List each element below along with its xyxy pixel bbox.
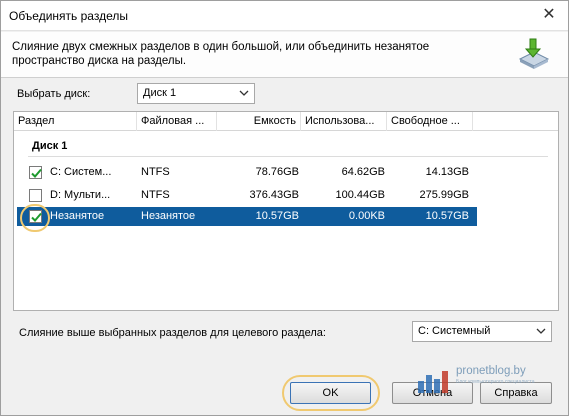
merge-partitions-icon <box>518 38 550 69</box>
table-row[interactable]: D: Мульти... NTFS 376.43GB 100.44GB 275.… <box>17 186 477 205</box>
row-checkbox[interactable] <box>29 166 42 179</box>
check-icon <box>31 168 42 178</box>
partition-used: 64.62GB <box>341 166 385 178</box>
window-title: Объединять разделы <box>9 9 128 23</box>
disk-group-title: Диск 1 <box>32 140 68 152</box>
title-bar: Объединять разделы ✕ <box>1 1 568 31</box>
merge-partitions-dialog: Объединять разделы ✕ Слияние двух смежны… <box>0 0 569 416</box>
partition-capacity: 78.76GB <box>255 166 299 178</box>
partition-filesystem: Незанятое <box>141 210 196 222</box>
column-free[interactable]: Свободное ... <box>387 112 473 131</box>
partition-used: 0.00KB <box>348 210 385 222</box>
watermark-text: pronetblog.by <box>456 365 526 377</box>
merge-target-label: Слияние выше выбранных разделов для целе… <box>19 327 326 339</box>
column-partition[interactable]: Раздел <box>14 112 137 131</box>
header-description: Слияние двух смежных разделов в один бол… <box>12 41 430 67</box>
disk-select[interactable]: Диск 1 <box>137 83 255 104</box>
group-divider <box>28 156 548 157</box>
chevron-down-icon <box>536 328 546 334</box>
close-icon[interactable]: ✕ <box>536 3 562 27</box>
table-row-selected[interactable]: Незанятое Незанятое 10.57GB 0.00KB 10.57… <box>17 207 477 226</box>
dialog-header: Слияние двух смежных разделов в один бол… <box>1 32 568 78</box>
partition-free: 275.99GB <box>419 189 469 201</box>
partition-name: D: Мульти... <box>50 189 111 201</box>
partition-name: C: Систем... <box>50 166 112 178</box>
partition-filesystem: NTFS <box>141 166 170 178</box>
watermark-subtext: Блог компьютерного специалиста <box>456 379 535 385</box>
column-capacity[interactable]: Емкость <box>217 112 301 131</box>
partition-used: 100.44GB <box>335 189 385 201</box>
disk-select-label: Выбрать диск: <box>17 88 91 100</box>
column-filesystem[interactable]: Файловая ... <box>137 112 217 131</box>
partition-capacity: 10.57GB <box>255 210 299 222</box>
column-used[interactable]: Использова... <box>301 112 387 131</box>
partition-capacity: 376.43GB <box>249 189 299 201</box>
table-row[interactable]: C: Систем... NTFS 78.76GB 64.62GB 14.13G… <box>17 163 477 182</box>
merge-target-select[interactable]: C: Системный <box>412 321 552 342</box>
site-watermark: pronetblog.by Блог компьютерного специал… <box>414 365 560 395</box>
partition-name: Незанятое <box>50 210 105 222</box>
ok-button[interactable]: OK <box>290 382 371 404</box>
partition-free: 14.13GB <box>425 166 469 178</box>
partition-list[interactable]: Раздел Файловая ... Емкость Использова..… <box>13 111 559 311</box>
chevron-down-icon <box>239 90 249 96</box>
checkbox-highlight-ring <box>20 204 50 232</box>
row-checkbox[interactable] <box>29 189 42 202</box>
bar-logo-icon <box>418 371 448 393</box>
partition-filesystem: NTFS <box>141 189 170 201</box>
merge-target-value: C: Системный <box>418 325 491 337</box>
column-header-row: Раздел Файловая ... Емкость Использова..… <box>14 112 558 131</box>
disk-select-value: Диск 1 <box>143 87 177 99</box>
partition-free: 10.57GB <box>425 210 469 222</box>
